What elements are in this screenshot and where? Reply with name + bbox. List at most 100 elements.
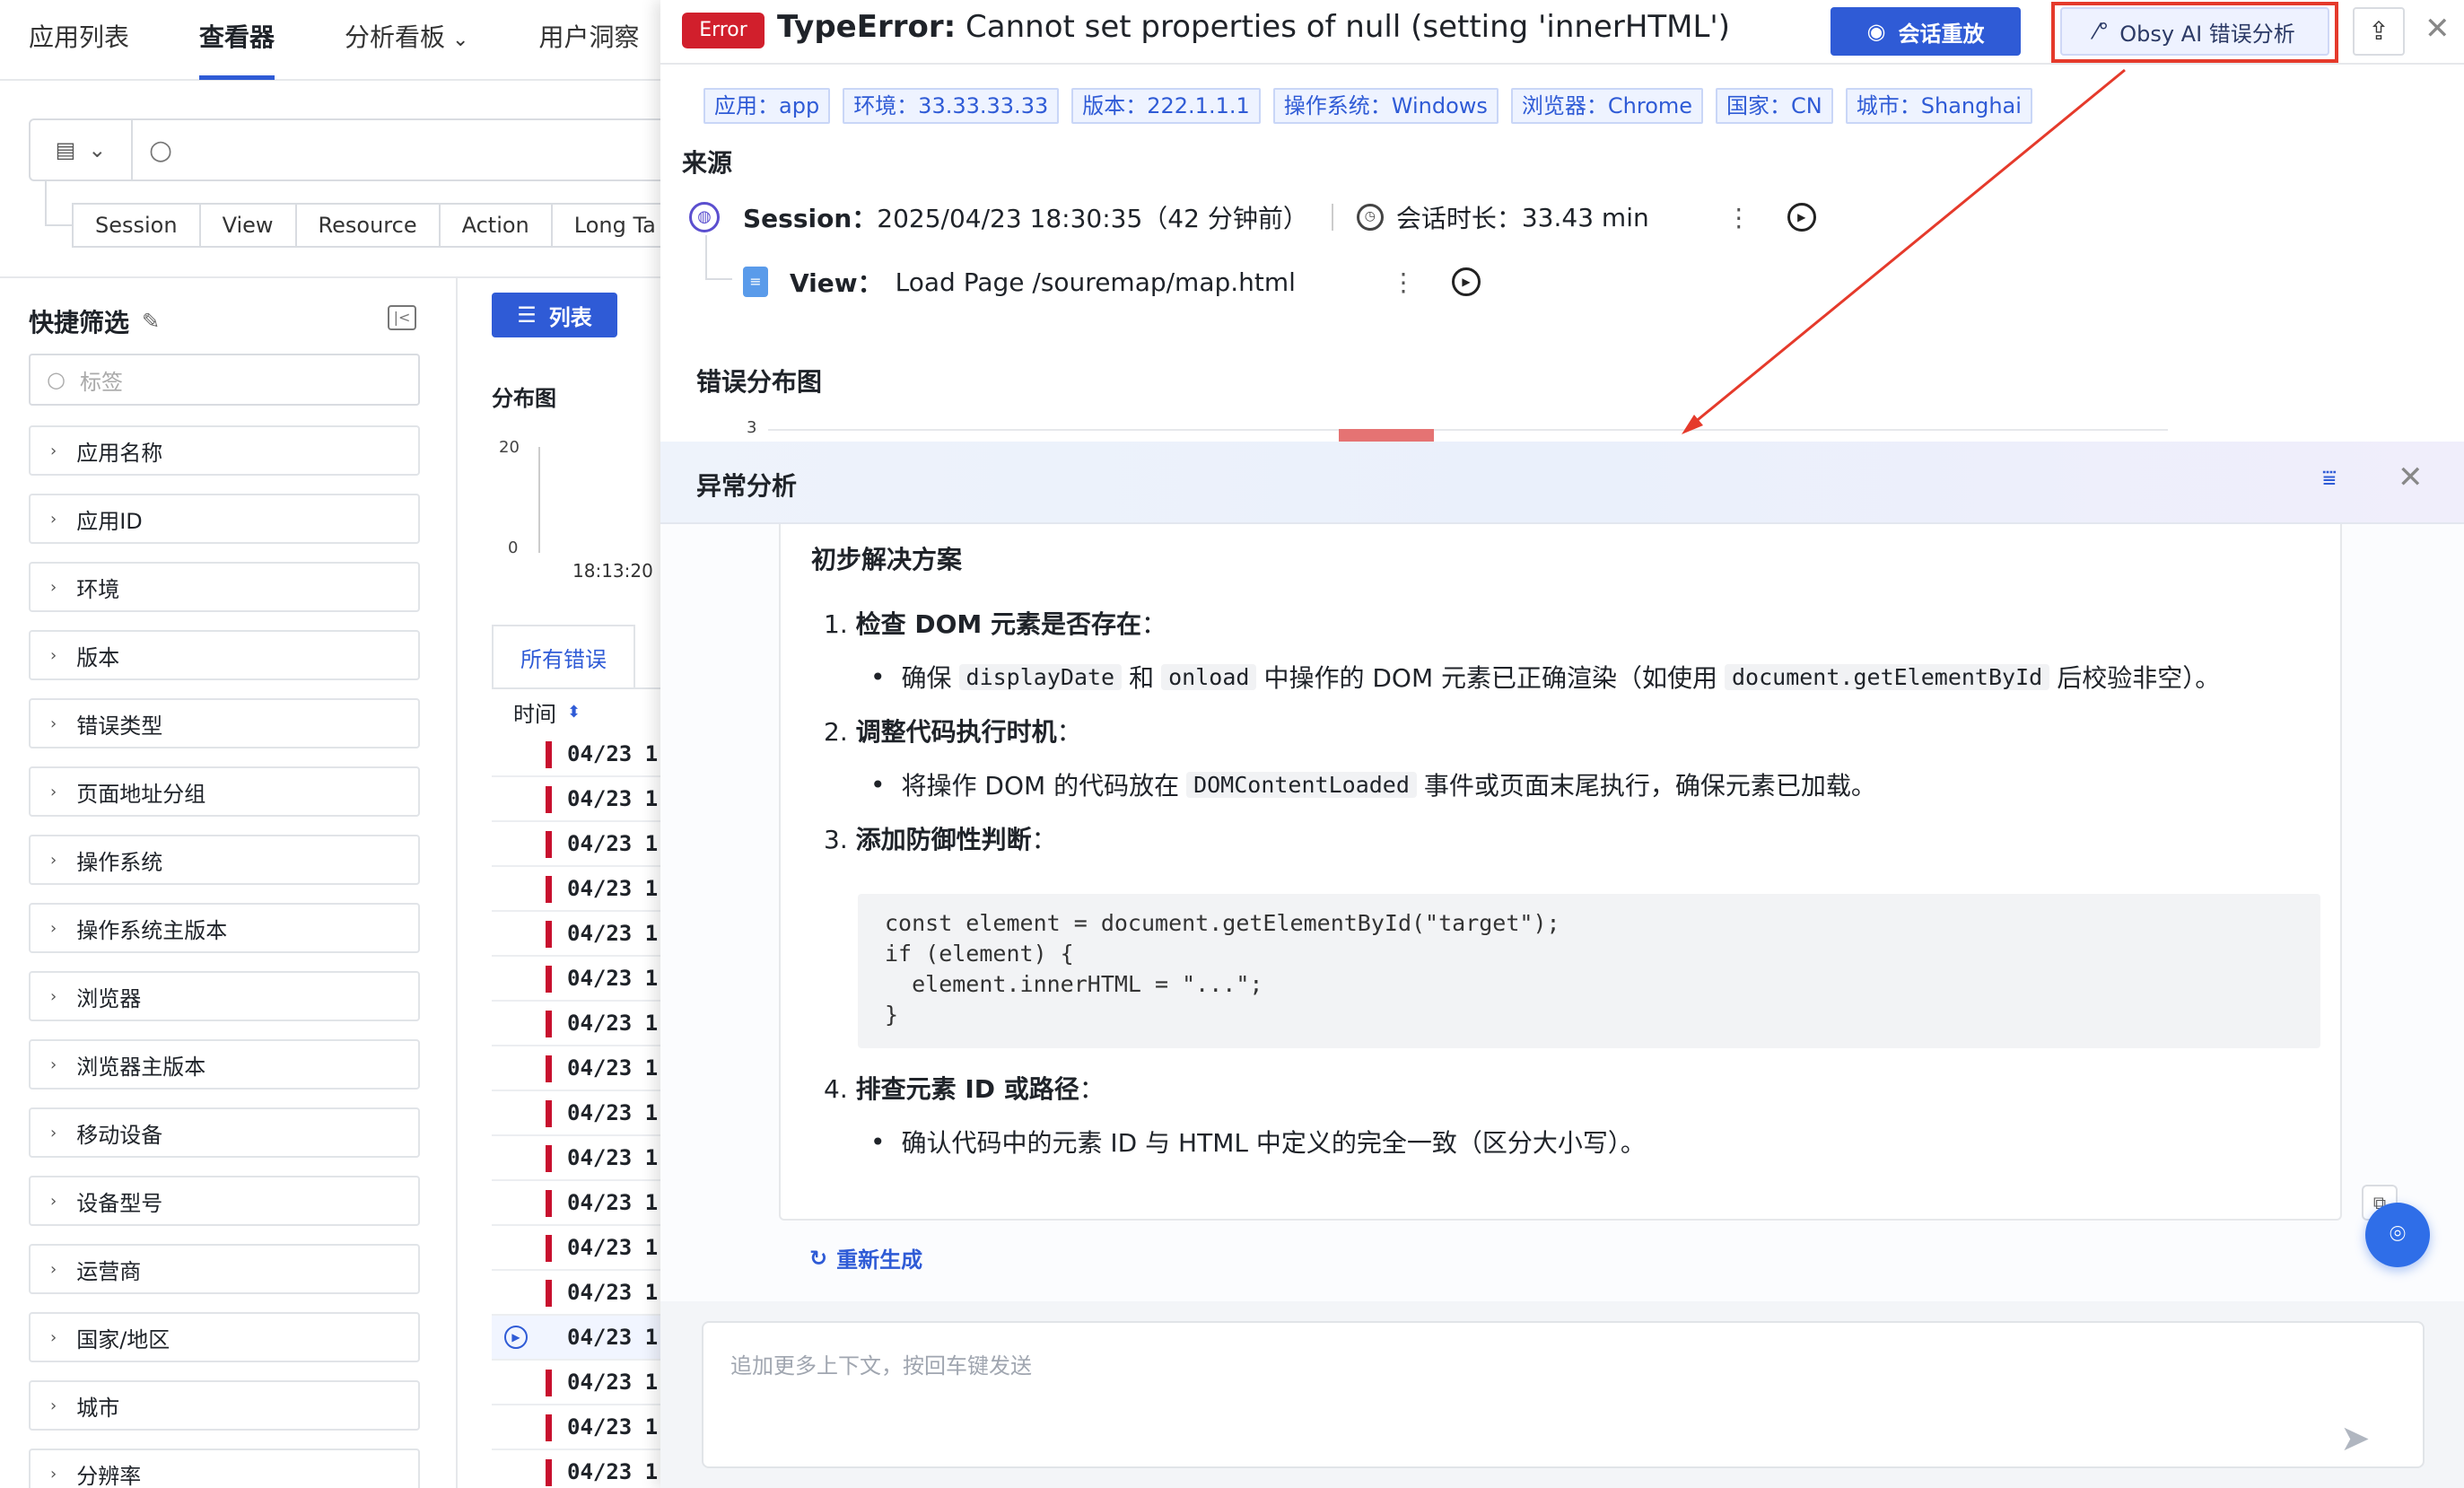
step-number: 3.: [824, 825, 848, 854]
collapse-sidebar-icon[interactable]: |<: [388, 305, 416, 330]
inline-code: DOMContentLoaded: [1186, 771, 1417, 798]
query-search-box[interactable]: ▤ ⌄ ○: [29, 118, 675, 181]
scope-tab-action[interactable]: Action: [440, 203, 553, 248]
filter-label: 操作系统: [76, 849, 163, 875]
table-row[interactable]: 04/23 1: [492, 1136, 671, 1181]
nav-dashboard[interactable]: 分析看板 ⌄: [345, 0, 468, 80]
filter-item-carrier[interactable]: › 运营商: [29, 1244, 420, 1294]
filter-item-country[interactable]: › 国家/地区: [29, 1312, 420, 1362]
bullet-text: 将操作 DOM 的代码放在: [901, 771, 1180, 801]
table-row[interactable]: 04/23 1: [492, 777, 671, 822]
sort-icon[interactable]: ⬍: [567, 703, 581, 722]
table-row[interactable]: 04/23 1: [492, 1181, 671, 1226]
view-row: ≡ View： Load Page /souremap/map.html ⋮ ▶: [743, 264, 1481, 300]
row-time: 04/23 1: [567, 831, 659, 856]
send-icon[interactable]: ➤: [2340, 1418, 2371, 1459]
step-1: 1. 检查 DOM 元素是否存在：: [824, 605, 1166, 641]
nav-app-list[interactable]: 应用列表: [29, 0, 129, 80]
ai-error-analysis-button[interactable]: ⁄° Obsy AI 错误分析: [2060, 7, 2329, 56]
filter-item-mobile[interactable]: › 移动设备: [29, 1107, 420, 1158]
close-icon[interactable]: ✕: [2398, 460, 2424, 495]
play-icon[interactable]: ▶: [504, 1326, 528, 1349]
time-column-header[interactable]: 时间 ⬍: [513, 696, 581, 728]
share-icon[interactable]: ⇪: [2353, 7, 2405, 56]
table-row[interactable]: 04/23 1: [492, 1271, 671, 1316]
filter-item-resolution[interactable]: › 分辨率: [29, 1449, 420, 1488]
chevron-right-icon: ›: [50, 509, 57, 529]
tag-app[interactable]: 应用：app: [703, 88, 831, 124]
tag-env[interactable]: 环境：33.33.33.33: [843, 88, 1060, 124]
filter-list: › 应用名称 › 应用ID › 环境 › 版本 › 错误类型 › 页面地址分组 › 操作系统 …: [29, 425, 420, 1488]
step-title: 添加防御性判断: [855, 825, 1032, 854]
filter-item-os[interactable]: › 操作系统: [29, 835, 420, 885]
table-row[interactable]: 04/23 1: [492, 957, 671, 1002]
filter-item-city[interactable]: › 城市: [29, 1380, 420, 1431]
table-row[interactable]: 04/23 1: [492, 1226, 671, 1271]
scope-tab-view[interactable]: View: [200, 203, 297, 248]
inline-code: onload: [1161, 663, 1257, 690]
filter-label: 设备型号: [76, 1190, 163, 1216]
drawer-header: Error TypeError: Cannot set properties o…: [660, 0, 2464, 65]
filter-item-version[interactable]: › 版本: [29, 630, 420, 680]
filter-item-browser-major[interactable]: › 浏览器主版本: [29, 1039, 420, 1090]
collapse-icon[interactable]: ⩸: [2322, 465, 2337, 493]
table-row[interactable]: 04/23 1: [492, 867, 671, 912]
nav-viewer[interactable]: 查看器: [199, 0, 275, 80]
list-button-label: 列表: [548, 304, 592, 330]
nav-user-insight[interactable]: 用户洞察: [538, 0, 639, 80]
table-row[interactable]: 04/23 1: [492, 1046, 671, 1091]
table-row[interactable]: 04/23 1: [492, 1405, 671, 1450]
row-time: 04/23 1: [567, 1370, 659, 1395]
table-row[interactable]: 04/23 1: [492, 912, 671, 957]
session-replay-button[interactable]: ◉ 会话重放: [1831, 7, 2021, 56]
query-type-dropdown[interactable]: ▤ ⌄: [31, 120, 133, 179]
table-row[interactable]: 04/23 1: [492, 822, 671, 867]
bullet-text: 中操作的 DOM 元素已正确渲染（如使用: [1263, 663, 1717, 693]
severity-bar: [546, 1235, 552, 1262]
section-title: 初步解决方案: [811, 545, 963, 574]
table-row[interactable]: 04/23 1: [492, 1002, 671, 1046]
step-suffix: ：: [1141, 609, 1167, 639]
scope-tab-session[interactable]: Session: [72, 203, 201, 248]
table-row[interactable]: 04/23 1: [492, 1091, 671, 1136]
close-icon[interactable]: ✕: [2425, 11, 2451, 47]
y-tick-label: 3: [747, 418, 757, 437]
context-input[interactable]: 追加更多上下文，按回车键发送: [702, 1321, 2425, 1468]
step-suffix: ：: [1031, 825, 1057, 854]
tag-search-input[interactable]: ○ 标签: [29, 354, 420, 406]
input-placeholder: 追加更多上下文，按回车键发送: [730, 1353, 1032, 1379]
filter-item-app-name[interactable]: › 应用名称: [29, 425, 420, 476]
table-row-selected[interactable]: ▶ 04/23 1: [492, 1316, 671, 1361]
chevron-right-icon: ›: [50, 1396, 57, 1415]
filter-item-page-group[interactable]: › 页面地址分组: [29, 766, 420, 817]
play-icon: ◉: [1866, 19, 1886, 44]
filter-item-device-model[interactable]: › 设备型号: [29, 1176, 420, 1226]
list-view-button[interactable]: ☰ 列表: [492, 293, 617, 337]
table-row[interactable]: 04/23 1: [492, 1450, 671, 1488]
table-row[interactable]: 04/23 1: [492, 732, 671, 777]
scope-tab-resource[interactable]: Resource: [296, 203, 441, 248]
filter-item-os-major[interactable]: › 操作系统主版本: [29, 903, 420, 953]
step-3: 3. 添加防御性判断：: [824, 820, 1057, 856]
view-value[interactable]: Load Page /souremap/map.html: [896, 267, 1296, 297]
analysis-result-card: 初步解决方案 1. 检查 DOM 元素是否存在： 确保 displayDate …: [779, 524, 2342, 1221]
screenshot-scan-button[interactable]: ⌾: [2365, 1203, 2430, 1267]
regenerate-button[interactable]: ↻ 重新生成: [809, 1242, 922, 1274]
filter-item-app-id[interactable]: › 应用ID: [29, 494, 420, 544]
document-icon: ▤: [55, 137, 76, 162]
row-time: 04/23 1: [567, 1280, 659, 1305]
session-value[interactable]: 2025/04/23 18:30:35（42 分钟前）: [877, 199, 1308, 235]
filter-item-env[interactable]: › 环境: [29, 562, 420, 612]
nav-label: 分析看板: [345, 22, 446, 52]
filter-item-error-type[interactable]: › 错误类型: [29, 698, 420, 748]
row-time: 04/23 1: [567, 1414, 659, 1440]
ai-button-label: Obsy AI 错误分析: [2119, 21, 2295, 47]
tag-version[interactable]: 版本：222.1.1.1: [1071, 88, 1261, 124]
tab-all-errors[interactable]: 所有错误: [492, 625, 635, 687]
tag-os[interactable]: 操作系统：Windows: [1272, 88, 1498, 124]
edit-icon[interactable]: ✎: [142, 309, 160, 334]
filter-item-browser[interactable]: › 浏览器: [29, 971, 420, 1021]
more-options-icon[interactable]: ⋮: [1391, 267, 1416, 297]
table-row[interactable]: 04/23 1: [492, 1361, 671, 1405]
play-icon[interactable]: ▶: [1451, 267, 1481, 296]
